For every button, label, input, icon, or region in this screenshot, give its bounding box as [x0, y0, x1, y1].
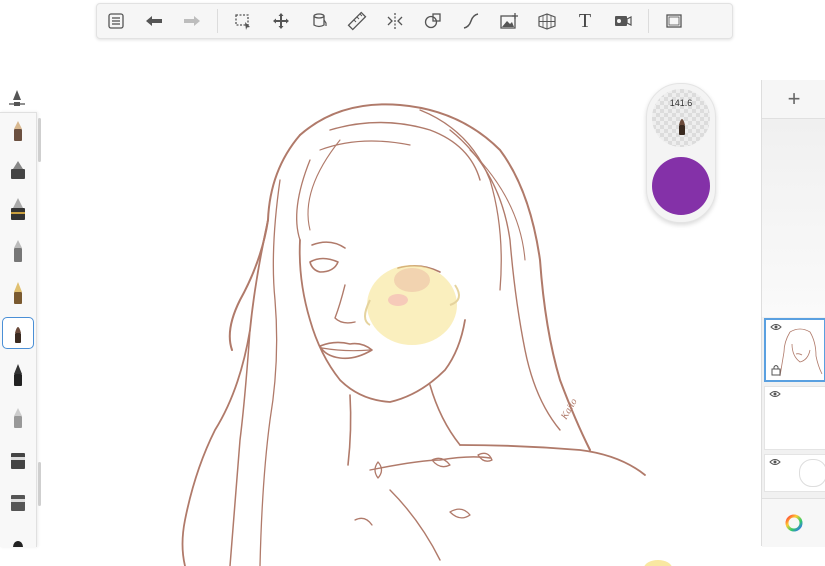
layer-thumbnail-image	[779, 328, 823, 377]
paintbrush-icon	[15, 327, 21, 343]
fill-bucket-icon	[313, 13, 327, 28]
brush-pencil[interactable]	[2, 115, 34, 147]
brush-airbrush[interactable]	[2, 153, 34, 185]
smudge-brush-icon	[14, 408, 22, 428]
selection-button[interactable]	[224, 6, 262, 36]
shapes-button[interactable]	[414, 6, 452, 36]
background-color-swatch[interactable]	[799, 459, 825, 487]
symmetry-button[interactable]	[376, 6, 414, 36]
ruler-button[interactable]	[338, 6, 376, 36]
brush-marker[interactable]	[2, 193, 34, 225]
redo-button[interactable]	[173, 6, 211, 36]
calligraphy-brush-icon	[14, 364, 22, 386]
undo-button[interactable]	[135, 6, 173, 36]
menu-list-icon	[108, 13, 124, 29]
redo-arrow-icon	[184, 16, 200, 26]
brush-pen[interactable]	[2, 235, 34, 267]
import-image-icon	[500, 13, 518, 29]
brush-calligraphy[interactable]	[2, 359, 34, 391]
opacity-slider-icon	[9, 90, 25, 106]
layers-empty-area	[762, 119, 825, 317]
stroke-curve-icon	[463, 13, 479, 29]
ruler-icon	[347, 11, 367, 31]
pencil-brush-icon	[14, 121, 22, 141]
brush-slider-handle[interactable]	[6, 88, 28, 108]
undo-arrow-icon	[146, 16, 162, 26]
eye-visibility-icon[interactable]	[769, 390, 781, 398]
brush-chalk[interactable]	[2, 443, 34, 475]
brush-library-panel	[0, 112, 37, 547]
fullscreen-icon	[666, 14, 682, 28]
shapes-icon	[424, 13, 441, 29]
brush-puck: 141.6	[646, 83, 716, 223]
color-editor-button[interactable]	[762, 498, 825, 547]
selection-icon	[235, 14, 250, 30]
layers-panel: +	[761, 80, 825, 547]
brush-inkpen[interactable]	[2, 277, 34, 309]
toolbar-divider	[648, 9, 649, 33]
perspective-button[interactable]	[528, 6, 566, 36]
marker-brush-icon	[11, 198, 25, 220]
fill-button[interactable]	[300, 6, 338, 36]
partial-sticker	[644, 560, 672, 566]
brush-scrollbar-top[interactable]	[38, 118, 41, 162]
layer-sketch[interactable]	[764, 318, 825, 382]
eraser-brush-icon	[11, 495, 25, 511]
chalk-brush-icon	[11, 453, 25, 469]
symmetry-icon	[387, 13, 403, 29]
add-layer-label: +	[787, 86, 801, 111]
brush-smudge[interactable]	[2, 401, 34, 433]
transform-move-icon	[273, 13, 289, 29]
pen-brush-icon	[14, 240, 22, 262]
menu-list-button[interactable]	[97, 6, 135, 36]
layer-lock-icon	[771, 365, 781, 376]
layer-background[interactable]	[764, 454, 825, 492]
perspective-grid-icon	[538, 13, 556, 30]
stroke-curve-button[interactable]	[452, 6, 490, 36]
mascot-sticker	[364, 265, 460, 345]
round-brush-icon	[13, 541, 23, 547]
timelapse-video-icon	[615, 16, 632, 26]
main-toolbar: T	[96, 3, 733, 39]
color-wheel-icon	[785, 514, 803, 532]
fullscreen-button[interactable]	[655, 6, 693, 36]
ink-pen-icon	[14, 282, 22, 304]
brush-size-control[interactable]: 141.6	[652, 89, 710, 147]
signature-kaito: Kaito	[559, 397, 580, 423]
hair-outline	[299, 103, 591, 451]
color-swatch-button[interactable]	[652, 157, 710, 215]
timelapse-button[interactable]	[604, 6, 642, 36]
brush-scrollbar-bottom[interactable]	[38, 462, 41, 506]
text-tool-icon: T	[578, 9, 592, 32]
airbrush-icon	[11, 161, 25, 179]
current-brush-icon	[679, 119, 685, 135]
brush-paintbrush-active[interactable]	[2, 317, 34, 349]
toolbar-divider	[217, 9, 218, 33]
add-layer-button[interactable]: +	[762, 80, 825, 119]
transform-button[interactable]	[262, 6, 300, 36]
import-image-button[interactable]	[490, 6, 528, 36]
brush-size-value: 141.6	[669, 98, 693, 108]
brush-partial[interactable]	[2, 527, 34, 547]
text-tool-button[interactable]: T	[566, 6, 604, 36]
brush-eraser[interactable]	[2, 485, 34, 517]
eye-visibility-icon[interactable]	[769, 458, 781, 466]
layer-2[interactable]	[764, 386, 825, 450]
